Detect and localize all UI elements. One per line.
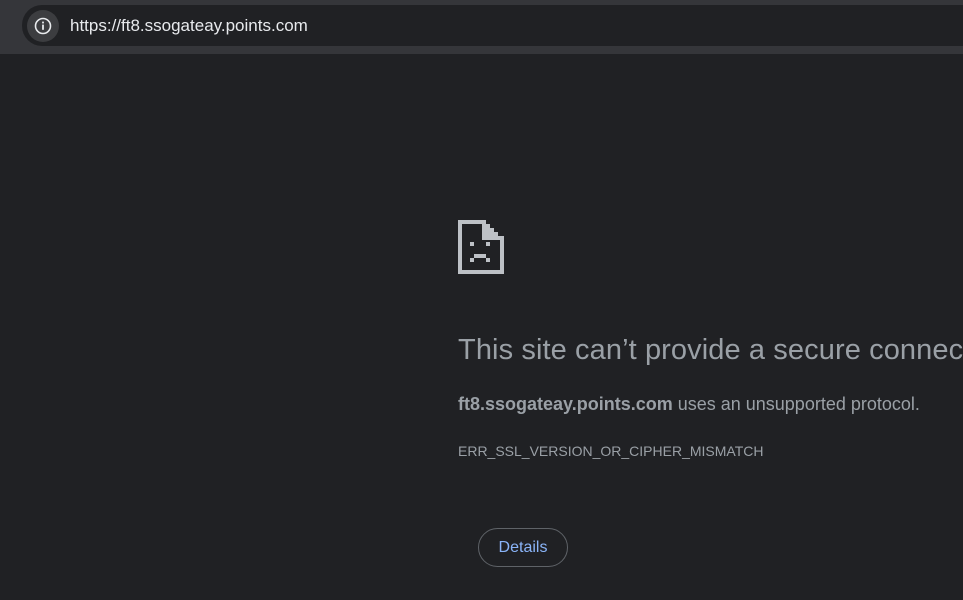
error-host: ft8.ssogateay.points.com [458, 394, 673, 414]
error-summary-text: uses an unsupported protocol. [672, 394, 920, 414]
error-heading: This site can’t provide a secure connect… [458, 334, 963, 366]
error-code: ERR_SSL_VERSION_OR_CIPHER_MISMATCH [458, 443, 764, 459]
browser-toolbar: https://ft8.ssogateay.points.com [0, 0, 963, 54]
address-bar[interactable]: https://ft8.ssogateay.points.com [22, 5, 963, 46]
details-button[interactable]: Details [478, 528, 568, 567]
site-info-button[interactable] [27, 10, 59, 42]
info-icon [34, 17, 52, 35]
error-page: This site can’t provide a secure connect… [0, 54, 963, 600]
sad-page-icon [458, 220, 504, 274]
error-summary: ft8.ssogateay.points.com uses an unsuppo… [458, 394, 920, 415]
url-text[interactable]: https://ft8.ssogateay.points.com [70, 16, 308, 36]
